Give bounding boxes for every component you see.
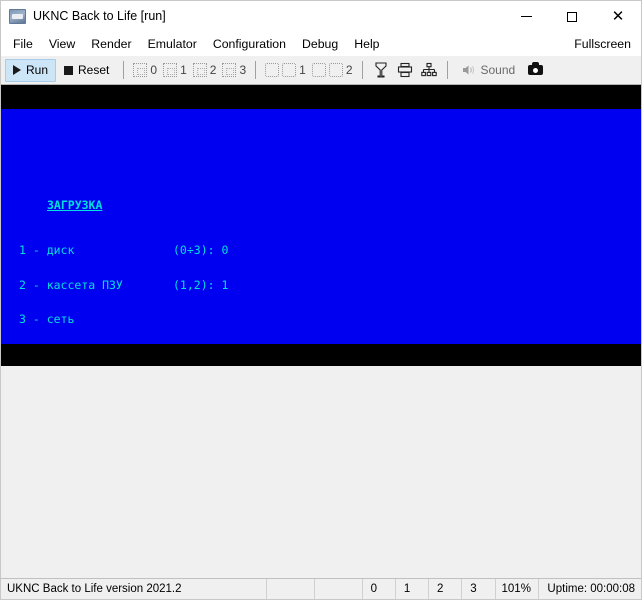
- status-drive-1: 1: [396, 579, 430, 599]
- status-zoom: 101%: [496, 579, 540, 599]
- floppy-drive-2[interactable]: 2: [190, 63, 220, 77]
- hard-drive-1[interactable]: 1: [262, 63, 309, 77]
- floppy-drive-3-label: 3: [239, 63, 247, 77]
- status-blank-1: [267, 579, 315, 599]
- title-bar: UKNC Back to Life [run] ✕: [1, 1, 641, 32]
- screen-param: (1,2): 1: [173, 277, 229, 292]
- status-bar: UKNC Back to Life version 2021.2 0 1 2 3…: [1, 578, 641, 599]
- virtual-keyboard: К1 К2 К3 К4 К5 ПОМ УСТ ИСП СБРОС СТОП АР…: [1, 366, 641, 578]
- harddisk-icon: [282, 63, 297, 77]
- window-controls: ✕: [503, 1, 641, 32]
- camera-icon: [527, 62, 543, 75]
- hard-drive-2[interactable]: 2: [309, 63, 356, 77]
- status-drive-0: 0: [363, 579, 396, 599]
- run-label: Run: [26, 63, 49, 77]
- menu-emulator[interactable]: Emulator: [140, 34, 205, 54]
- sound-label: Sound: [480, 63, 516, 77]
- hard-drive-2-label: 2: [345, 63, 353, 77]
- maximize-button[interactable]: [549, 1, 595, 32]
- menu-render[interactable]: Render: [83, 34, 139, 54]
- screen-param: (0÷3): 0: [173, 243, 229, 257]
- stop-square-icon: [64, 65, 74, 75]
- minimize-icon: [520, 16, 532, 17]
- toolbar-separator-4: [446, 61, 448, 79]
- printer-button[interactable]: [393, 59, 417, 81]
- screen-menu-lines: 1 - диск 2 - кассета ПЗУ 3 - сеть 4 - ст…: [19, 222, 130, 344]
- menu-configuration[interactable]: Configuration: [205, 34, 294, 54]
- network-icon: [420, 62, 437, 77]
- screen-params: (0÷3): 0 (1,2): 1: [173, 222, 228, 314]
- floppy-drive-0[interactable]: 0: [130, 63, 160, 77]
- reset-label: Reset: [78, 63, 110, 77]
- floppy-drive-2-label: 2: [209, 63, 217, 77]
- menu-fullscreen[interactable]: Fullscreen: [570, 34, 635, 54]
- window-title: UKNC Back to Life [run]: [33, 9, 166, 23]
- floppy-icon: [133, 63, 148, 77]
- status-drive-2: 2: [429, 579, 463, 599]
- floppy-drive-3[interactable]: 3: [219, 63, 249, 77]
- app-computer-icon: [9, 8, 26, 24]
- printer-icon: [397, 62, 412, 78]
- harddisk-icon: [311, 63, 326, 77]
- toolbar-separator-2: [255, 61, 257, 79]
- floppy-drive-1-label: 1: [180, 63, 187, 77]
- hard-drive-1-label: 1: [299, 63, 306, 77]
- emulator-screen[interactable]: ЗАГРУЗКА 1 - диск 2 - кассета ПЗУ 3 - се…: [1, 85, 641, 366]
- toolbar-separator-1: [123, 61, 125, 79]
- floppy-drive-0-label: 0: [150, 63, 158, 77]
- screenshot-button[interactable]: [523, 59, 547, 81]
- application-window: UKNC Back to Life [run] ✕ File View Rend…: [0, 0, 642, 600]
- screen-line: 2 - кассета ПЗУ: [19, 277, 123, 292]
- minimize-button[interactable]: [503, 1, 549, 32]
- maximize-icon: [567, 11, 577, 22]
- harddisk-icon: [328, 63, 343, 77]
- cartridge-button[interactable]: [369, 59, 393, 81]
- status-blank-2: [315, 579, 363, 599]
- harddisk-icon: [265, 63, 280, 77]
- floppy-drive-1[interactable]: 1: [160, 63, 190, 77]
- floppy-icon: [192, 63, 207, 77]
- play-icon: [13, 65, 21, 75]
- close-icon: ✕: [611, 8, 625, 25]
- toolbar-separator-3: [361, 61, 363, 79]
- network-button[interactable]: [417, 59, 441, 81]
- floppy-icon: [163, 63, 178, 77]
- screen-raster[interactable]: ЗАГРУЗКА 1 - диск 2 - кассета ПЗУ 3 - се…: [1, 109, 641, 344]
- status-version: UKNC Back to Life version 2021.2: [1, 579, 267, 599]
- floppy-icon: [222, 63, 237, 77]
- screen-line: 3 - сеть: [19, 312, 75, 326]
- menu-file[interactable]: File: [5, 34, 41, 54]
- menu-debug[interactable]: Debug: [294, 34, 346, 54]
- sound-button[interactable]: Sound: [454, 59, 524, 82]
- menu-bar: File View Render Emulator Configuration …: [1, 32, 641, 56]
- screen-heading: ЗАГРУЗКА: [47, 198, 103, 212]
- menu-help[interactable]: Help: [346, 34, 387, 54]
- speaker-icon: [462, 65, 474, 75]
- close-button[interactable]: ✕: [595, 1, 641, 32]
- reset-button[interactable]: Reset: [56, 59, 117, 82]
- menu-view[interactable]: View: [41, 34, 83, 54]
- status-drive-3: 3: [462, 579, 496, 599]
- cartridge-icon: [374, 62, 387, 78]
- toolbar: Run Reset 0 1 2 3 1 2 Sound: [1, 56, 641, 85]
- screen-line: 1 - диск: [19, 243, 75, 257]
- run-button[interactable]: Run: [5, 58, 57, 82]
- status-uptime: Uptime: 00:00:08: [547, 583, 636, 595]
